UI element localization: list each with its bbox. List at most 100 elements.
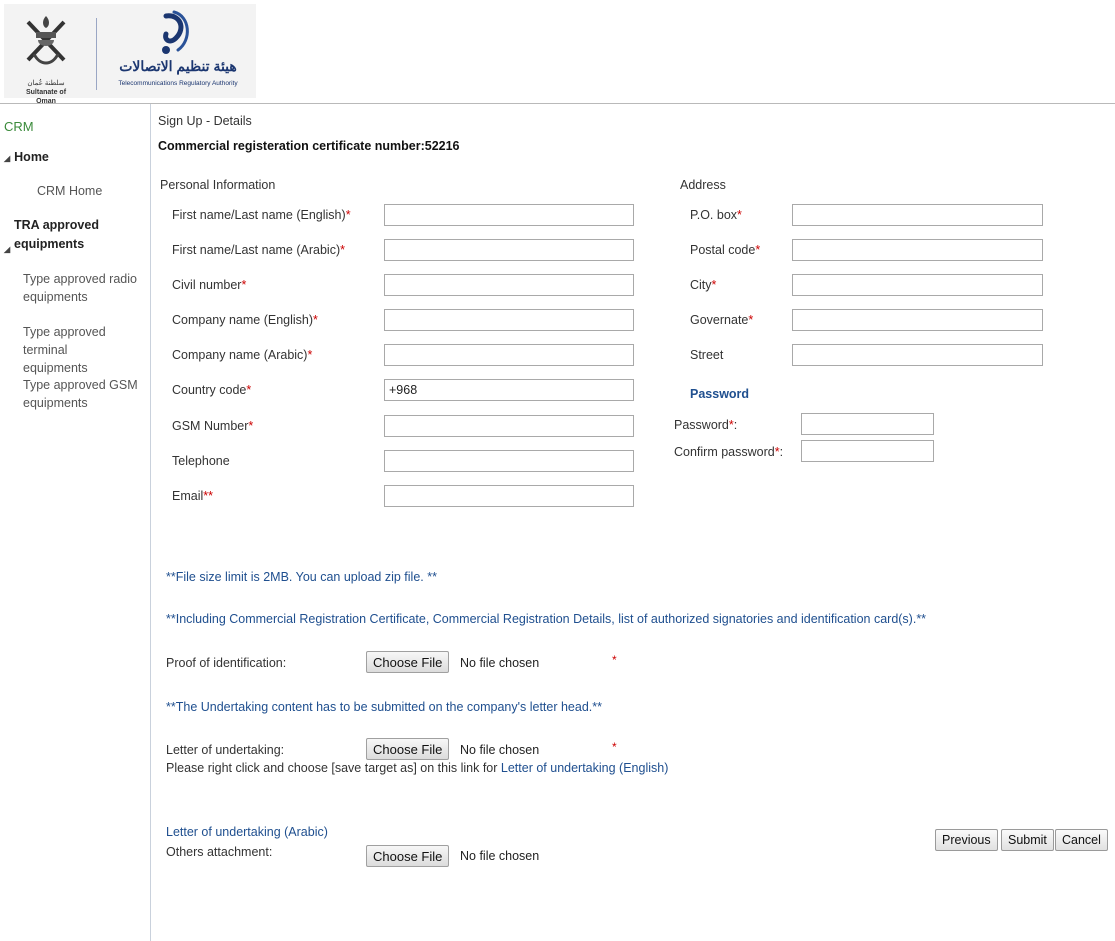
download-instruction: Please right click and choose [save targ… (166, 761, 668, 775)
field-label-text: Password (674, 418, 729, 432)
sidebar-item-radio[interactable]: Type approved radio equipments (23, 270, 147, 306)
oman-label: سلطنة عُمان Sultanate of Oman (16, 79, 76, 106)
field-label-text: Telephone (172, 454, 230, 468)
gsm-number-input[interactable] (384, 415, 634, 437)
po-box-label: P.O. box* (690, 208, 742, 222)
including-note: **Including Commercial Registration Cert… (166, 612, 927, 626)
instruction-text: Please right click and choose [save targ… (166, 761, 501, 775)
registration-number: Commercial registeration certificate num… (158, 139, 460, 153)
street-label: Street (690, 348, 723, 362)
field-label-text: Company name (English) (172, 313, 314, 327)
email-field[interactable] (384, 485, 634, 507)
others-file-status: No file chosen (460, 849, 540, 863)
city-input[interactable] (792, 274, 1043, 296)
field-label-text: Street (690, 348, 724, 362)
required-marker: * (345, 208, 351, 222)
field-label-text: First name/Last name (English) (172, 208, 346, 222)
field-label-text: Country code (172, 383, 247, 397)
sidebar-item-label: Type approved radio (23, 272, 137, 286)
sidebar-home-label: Home (14, 150, 49, 164)
gsm-number-label: GSM Number* (172, 419, 253, 433)
cancel-button[interactable]: Cancel (1055, 829, 1108, 851)
required-marker: * (711, 278, 717, 292)
confirm-password-input[interactable] (801, 440, 934, 462)
main-content: Sign Up - Details Commercial registerati… (158, 104, 1108, 941)
first-name-en-label: First name/Last name (English)* (172, 208, 351, 222)
required-marker: * (737, 208, 742, 222)
country-code-label: Country code* (172, 383, 251, 397)
field-label-text: Civil number (172, 278, 242, 292)
field-label-text: Postal code (690, 243, 756, 257)
sidebar-item-label: Type approved GSM (23, 378, 138, 392)
breadcrumb: Sign Up - Details (158, 114, 252, 128)
password-input[interactable] (801, 413, 934, 435)
file-size-note: **File size limit is 2MB. You can upload… (166, 570, 437, 584)
label-colon: : (779, 445, 784, 459)
field-label-text: Email (172, 489, 204, 503)
letter-english-link[interactable]: Letter of undertaking (English) (501, 761, 668, 775)
sidebar-home[interactable]: ◢ Home (4, 150, 49, 164)
label-colon: : (733, 418, 738, 432)
email-label: Email** (172, 489, 213, 503)
proof-file-status: No file chosen (460, 656, 540, 670)
sidebar-item-terminal[interactable]: Type approved terminal equipments (23, 323, 147, 377)
governate-label: Governate* (690, 313, 753, 327)
sidebar-item-label: Type approved terminal (23, 325, 106, 357)
field-label-text: GSM Number (172, 419, 249, 433)
sidebar-item-label: equipments (23, 396, 88, 410)
submit-button[interactable]: Submit (1001, 829, 1054, 851)
required-marker: * (612, 653, 617, 667)
tra-name-arabic: هيئة تنظيم الاتصالات (119, 58, 237, 74)
company-name-ar-input[interactable] (384, 344, 634, 366)
password-label: Password*: (674, 418, 737, 432)
first-name-en-input[interactable] (384, 204, 634, 226)
field-label-text: First name/Last name (Arabic) (172, 243, 341, 257)
postal-code-input[interactable] (792, 239, 1043, 261)
confirm-password-label: Confirm password*: (674, 445, 783, 459)
sidebar-tra-approved[interactable]: ◢ TRA approved equipments (4, 216, 144, 254)
company-name-en-label: Company name (English)* (172, 313, 318, 327)
oman-label-ar: سلطنة عُمان (27, 80, 65, 87)
letter-file-status: No file chosen (460, 743, 540, 757)
civil-number-input[interactable] (384, 274, 634, 296)
country-code-input[interactable] (384, 379, 634, 401)
logo-area: سلطنة عُمان Sultanate of Oman هيئة تنظيم… (4, 4, 256, 105)
street-input[interactable] (792, 344, 1043, 366)
previous-button[interactable]: Previous (935, 829, 998, 851)
letter-choose-file-button[interactable]: Choose File (366, 738, 450, 760)
tra-logo-icon (162, 10, 189, 54)
undertaking-note: **The Undertaking content has to be subm… (166, 700, 602, 714)
required-marker: * (612, 740, 617, 754)
field-label-text: Governate (690, 313, 749, 327)
field-label-text: P.O. box (690, 208, 738, 222)
password-section-title: Password (690, 387, 750, 401)
city-label: City* (690, 278, 716, 292)
expanded-triangle-icon: ◢ (4, 154, 11, 163)
po-box-input[interactable] (792, 204, 1043, 226)
first-name-ar-input[interactable] (384, 239, 634, 261)
sidebar-crm-link[interactable]: CRM (4, 119, 34, 134)
required-marker: * (340, 243, 345, 257)
personal-info-title: Personal Information (160, 178, 276, 192)
others-attachment-label: Others attachment: (166, 845, 273, 859)
proof-of-identification-label: Proof of identification: (166, 656, 287, 670)
sidebar-item-gsm[interactable]: Type approved GSM equipments (23, 376, 147, 412)
field-label-text: Company name (Arabic) (172, 348, 308, 362)
civil-number-label: Civil number* (172, 278, 246, 292)
postal-code-label: Postal code* (690, 243, 760, 257)
others-choose-file-button[interactable]: Choose File (366, 845, 450, 867)
required-marker: * (248, 419, 254, 433)
sidebar-tra-label-1: TRA approved (14, 218, 99, 232)
sidebar-tra-label-2: equipments (14, 237, 85, 251)
required-marker: * (246, 383, 252, 397)
telephone-input[interactable] (384, 450, 634, 472)
tra-name-english: Telecommunications Regulatory Authority (118, 80, 238, 87)
company-name-en-input[interactable] (384, 309, 634, 331)
governate-input[interactable] (792, 309, 1043, 331)
page-header: سلطنة عُمان Sultanate of Oman هيئة تنظيم… (0, 0, 1115, 105)
sidebar-item-crm-home[interactable]: CRM Home (37, 184, 102, 198)
address-title: Address (680, 178, 726, 192)
required-marker: * (755, 243, 761, 257)
proof-choose-file-button[interactable]: Choose File (366, 651, 450, 673)
letter-arabic-link[interactable]: Letter of undertaking (Arabic) (166, 825, 328, 839)
